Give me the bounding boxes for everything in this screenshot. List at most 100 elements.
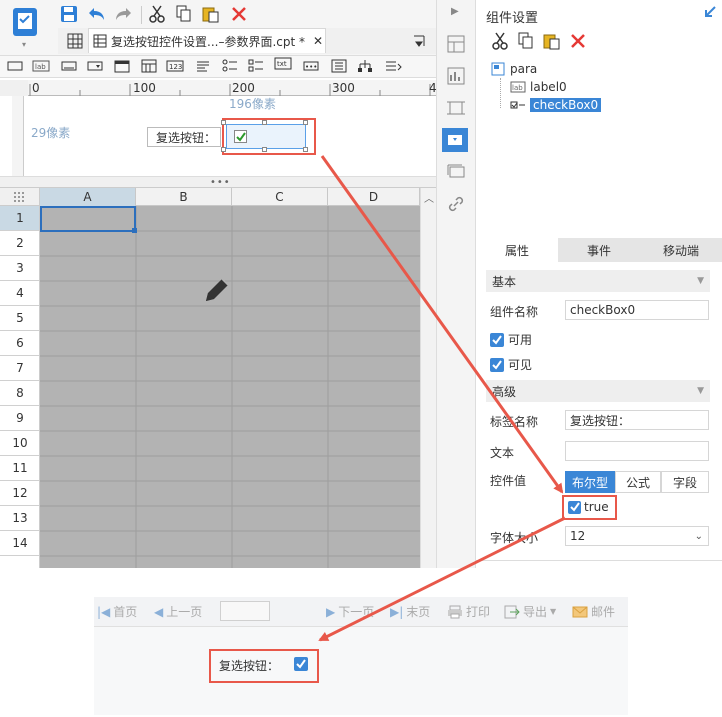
component-name-input[interactable]: checkBox0 (565, 300, 709, 320)
sheet-corner[interactable] (0, 188, 40, 206)
grid-view-icon[interactable] (64, 30, 86, 52)
save-icon[interactable] (58, 3, 80, 25)
number-widget-icon[interactable]: 123 (166, 58, 184, 74)
vertical-scrollbar[interactable]: ︿ (420, 188, 436, 568)
row-header-4[interactable]: 4 (0, 281, 40, 306)
next-page-button[interactable]: ▶ 下一页 (326, 603, 374, 620)
param-checkbox-widget[interactable] (226, 124, 306, 149)
column-header-d[interactable]: D (328, 188, 420, 206)
row-header-12[interactable]: 12 (0, 481, 40, 506)
resize-handle[interactable] (221, 120, 226, 125)
redo-icon[interactable] (112, 3, 134, 25)
preview-checkbox[interactable] (294, 657, 308, 671)
tree-widget-icon[interactable] (356, 58, 374, 74)
value-type-field[interactable]: 字段 (661, 471, 709, 493)
check-icon[interactable] (234, 130, 247, 143)
prev-page-button[interactable]: ◀ 上一页 (154, 603, 202, 620)
expand-panel-icon[interactable]: ▶ (451, 6, 459, 17)
list-widget-icon[interactable] (330, 58, 348, 74)
close-tab-icon[interactable]: ✕ (313, 34, 323, 48)
param-label-widget[interactable]: 复选按钮： (147, 127, 221, 147)
tab-events[interactable]: 事件 (558, 238, 640, 262)
app-logo-icon[interactable] (10, 6, 40, 38)
document-tab[interactable]: 复选按钮控件设置...–参数界面.cpt * ✕ (88, 28, 326, 53)
undo-icon[interactable] (86, 3, 108, 25)
splitter[interactable]: ••• (0, 176, 436, 188)
delete-icon[interactable] (228, 3, 250, 25)
enabled-checkbox[interactable]: 可用 (490, 331, 532, 348)
scroll-up-icon[interactable]: ︿ (424, 190, 434, 205)
tree-item-checkbox0[interactable]: checkBox0 (510, 98, 602, 112)
column-header-a[interactable]: A (40, 188, 136, 206)
tag-name-input[interactable]: 复选按钮： (565, 410, 709, 430)
resize-handle[interactable] (221, 147, 226, 152)
value-type-formula[interactable]: 公式 (615, 471, 661, 493)
bool-value-checkbox[interactable]: true (568, 500, 609, 514)
text-input[interactable] (565, 441, 709, 461)
row-header-10[interactable]: 10 (0, 431, 40, 456)
row-header-5[interactable]: 5 (0, 306, 40, 331)
resize-handle[interactable] (303, 120, 308, 125)
row-header-7[interactable]: 7 (0, 356, 40, 381)
layout-icon[interactable] (446, 34, 466, 54)
visible-checkbox[interactable]: 可见 (490, 356, 532, 373)
row-header-9[interactable]: 9 (0, 406, 40, 431)
collapse-arrow-icon[interactable] (703, 5, 717, 19)
textarea-widget-icon[interactable] (194, 58, 212, 74)
button-widget-icon[interactable] (60, 58, 78, 74)
calendar-widget-icon[interactable] (140, 58, 158, 74)
page-number-input[interactable] (220, 601, 270, 621)
panel-cut-icon[interactable] (489, 30, 511, 52)
date-widget-icon[interactable] (113, 58, 131, 74)
chart-icon[interactable] (446, 66, 466, 86)
combo-widget-icon[interactable] (86, 58, 104, 74)
tree-root[interactable]: para (491, 62, 537, 76)
more-widgets-icon[interactable] (384, 58, 402, 74)
checkbox-group-icon[interactable] (247, 58, 265, 74)
copy-icon[interactable] (173, 3, 195, 25)
last-page-button[interactable]: ▶| 末页 (390, 603, 430, 620)
cut-icon[interactable] (146, 3, 168, 25)
resize-handle[interactable] (303, 147, 308, 152)
row-header-11[interactable]: 11 (0, 456, 40, 481)
resize-handle[interactable] (262, 120, 267, 125)
section-advanced[interactable]: 高级 ▼ (486, 380, 710, 402)
paste-icon[interactable] (200, 3, 222, 25)
text-field-icon[interactable]: txt (274, 56, 292, 72)
column-header-b[interactable]: B (136, 188, 232, 206)
section-basic[interactable]: 基本 ▼ (486, 270, 710, 292)
column-header-c[interactable]: C (232, 188, 328, 206)
panel-delete-icon[interactable] (567, 30, 589, 52)
link-icon[interactable] (446, 194, 466, 214)
tree-item-label0[interactable]: lab label0 (510, 80, 567, 94)
selected-cell-a1[interactable] (40, 206, 136, 232)
text-widget-icon[interactable] (6, 58, 24, 74)
row-header-13[interactable]: 13 (0, 506, 40, 531)
row-header-3[interactable]: 3 (0, 256, 40, 281)
tab-menu-icon[interactable] (408, 30, 430, 52)
row-header-6[interactable]: 6 (0, 331, 40, 356)
frame-icon[interactable] (446, 98, 466, 118)
widget-settings-icon[interactable] (442, 128, 468, 152)
export-button[interactable]: 导出 ▼ (504, 603, 556, 620)
label-widget-icon[interactable]: lab (32, 58, 50, 74)
radio-group-icon[interactable] (221, 58, 239, 74)
mail-button[interactable]: 邮件 (572, 603, 615, 620)
value-type-bool[interactable]: 布尔型 (565, 471, 615, 493)
stack-icon[interactable] (446, 162, 466, 182)
row-header-1[interactable]: 1 (0, 206, 40, 231)
panel-copy-icon[interactable] (515, 30, 537, 52)
print-button[interactable]: 打印 (447, 603, 490, 620)
row-header-14[interactable]: 14 (0, 531, 40, 556)
first-page-button[interactable]: |◀ 首页 (97, 603, 137, 620)
tab-mobile[interactable]: 移动端 (640, 238, 722, 262)
chevron-down-icon[interactable]: ▾ (22, 40, 26, 49)
font-size-select[interactable]: 12 ⌄ (565, 526, 709, 546)
row-header-8[interactable]: 8 (0, 381, 40, 406)
password-widget-icon[interactable]: ••• (302, 58, 320, 74)
tab-properties[interactable]: 属性 (476, 238, 558, 262)
selection-handle[interactable] (132, 228, 137, 233)
resize-handle[interactable] (262, 147, 267, 152)
panel-paste-icon[interactable] (541, 30, 563, 52)
row-header-2[interactable]: 2 (0, 231, 40, 256)
